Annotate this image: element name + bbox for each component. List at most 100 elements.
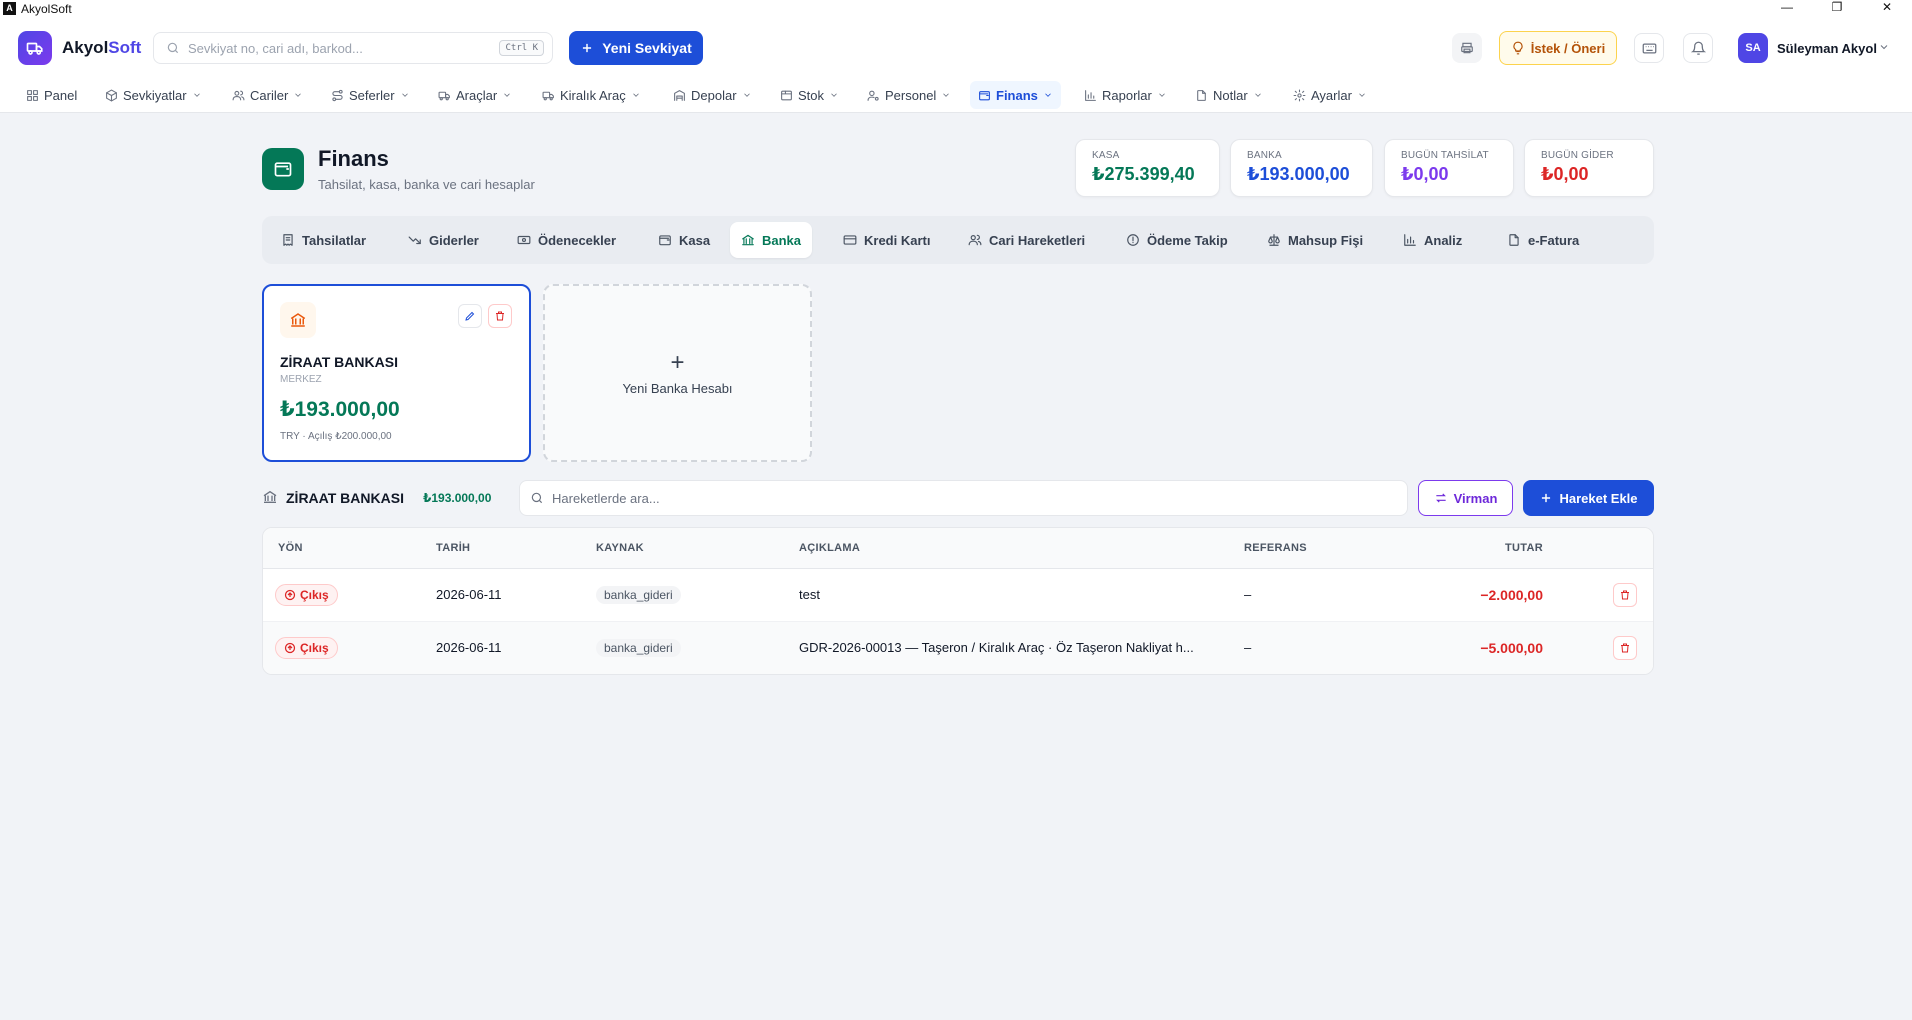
transaction-search-input[interactable] bbox=[552, 490, 1352, 506]
date-cell: 2026-06-11 bbox=[436, 640, 502, 655]
tab-label: Cari Hareketleri bbox=[989, 232, 1086, 248]
file-icon bbox=[1197, 89, 1206, 101]
notifications-button[interactable] bbox=[1683, 33, 1713, 63]
chevron-down-icon bbox=[1045, 93, 1051, 97]
direction-badge: Çıkış bbox=[275, 584, 338, 606]
nav-item-panel[interactable]: Panel bbox=[18, 81, 85, 109]
bank-icon bbox=[280, 302, 316, 338]
chevron-down-icon bbox=[295, 93, 302, 97]
stat-value: ₺0,00 bbox=[1541, 164, 1589, 184]
keyboard-icon bbox=[1642, 43, 1656, 53]
stat-value: ₺0,00 bbox=[1401, 164, 1449, 184]
user-name[interactable]: Süleyman Akyol bbox=[1777, 41, 1877, 56]
delete-transaction-button[interactable] bbox=[1613, 583, 1637, 607]
close-button[interactable]: ✕ bbox=[1862, 0, 1912, 17]
warehouse-icon bbox=[674, 89, 685, 101]
finance-tabs: Tahsilatlar Giderler Ödenecekler Kasa Banka K… bbox=[262, 216, 1654, 264]
nav-item-raporlar[interactable]: Raporlar bbox=[1076, 81, 1175, 109]
printer-button[interactable] bbox=[1452, 33, 1482, 63]
source-badge: banka_gideri bbox=[596, 639, 681, 657]
direction-label: Çıkış bbox=[300, 588, 329, 602]
nav-item-label: Araçlar bbox=[456, 87, 498, 103]
selected-account-name: ZİRAAT BANKASI bbox=[286, 490, 404, 506]
trash-icon bbox=[1621, 643, 1629, 653]
nav-item-ayarlar[interactable]: Ayarlar bbox=[1285, 81, 1375, 109]
tab-odeme-takip[interactable]: Ödeme Takip bbox=[1115, 222, 1239, 258]
nav-item-label: Kiralık Araç bbox=[560, 87, 626, 103]
table-row[interactable]: Çıkış 2026-06-11 banka_gideri GDR-2026-0… bbox=[263, 622, 1653, 674]
window-titlebar: A AkyolSoft — ❐ ✕ bbox=[0, 0, 1912, 17]
tab-label: e-Fatura bbox=[1528, 232, 1580, 248]
edit-bank-button[interactable] bbox=[458, 304, 482, 328]
direction-label: Çıkış bbox=[300, 641, 329, 655]
page-title: Finans bbox=[318, 146, 389, 171]
brand-logo-icon[interactable] bbox=[18, 31, 52, 65]
column-header: TUTAR bbox=[1505, 542, 1543, 554]
nav-item-seferler[interactable]: Seferler bbox=[323, 81, 418, 109]
avatar[interactable]: SA bbox=[1738, 33, 1768, 63]
gear-icon bbox=[1293, 89, 1306, 101]
global-search[interactable]: Ctrl K bbox=[153, 32, 553, 64]
nav-item-notlar[interactable]: Notlar bbox=[1187, 81, 1271, 109]
tab-label: Analiz bbox=[1424, 232, 1463, 248]
tab-analiz[interactable]: Analiz bbox=[1392, 222, 1473, 258]
delete-bank-button[interactable] bbox=[488, 304, 512, 328]
source-badge: banka_gideri bbox=[596, 586, 681, 604]
new-shipment-button[interactable]: Yeni Sevkiyat bbox=[569, 31, 703, 65]
bank-name: ZİRAAT BANKASI bbox=[280, 354, 398, 370]
column-header: YÖN bbox=[278, 542, 303, 554]
tab-tahsilatlar[interactable]: Tahsilatlar bbox=[270, 222, 377, 258]
nav-item-cariler[interactable]: Cariler bbox=[224, 81, 311, 109]
route-icon bbox=[332, 89, 343, 101]
keyboard-button[interactable] bbox=[1634, 33, 1664, 63]
stat-card-cash: KASA ₺275.399,40 bbox=[1075, 139, 1220, 197]
nav-item-kiralik-arac[interactable]: Kiralık Araç bbox=[534, 81, 649, 109]
selected-account-balance: ₺193.000,00 bbox=[423, 491, 492, 505]
trending-down-icon bbox=[408, 236, 421, 245]
nav-item-sevkiyatlar[interactable]: Sevkiyatlar bbox=[97, 81, 210, 109]
nav-item-finans[interactable]: Finans bbox=[970, 81, 1061, 109]
new-bank-account-button[interactable]: + Yeni Banka Hesabı bbox=[543, 284, 812, 462]
add-transaction-button[interactable]: Hareket Ekle bbox=[1523, 480, 1654, 516]
bell-icon bbox=[1690, 41, 1706, 55]
tab-odenecekler[interactable]: Ödenecekler bbox=[506, 222, 627, 258]
printer-icon bbox=[1461, 42, 1473, 54]
banknote-icon bbox=[517, 235, 531, 245]
minimize-button[interactable]: — bbox=[1762, 0, 1812, 17]
nav-item-personel[interactable]: Personel bbox=[859, 81, 959, 109]
tab-mahsup-fisi[interactable]: Mahsup Fişi bbox=[1256, 222, 1374, 258]
transfer-button[interactable]: Virman bbox=[1418, 480, 1513, 516]
transaction-search[interactable] bbox=[519, 480, 1408, 516]
tab-kredi-karti[interactable]: Kredi Kartı bbox=[832, 222, 941, 258]
column-header: TARİH bbox=[436, 542, 471, 554]
nav-item-depolar[interactable]: Depolar bbox=[665, 81, 760, 109]
nav-item-label: Cariler bbox=[250, 87, 289, 103]
tab-banka[interactable]: Banka bbox=[730, 222, 813, 258]
bank-icon bbox=[263, 490, 277, 503]
bank-account-card[interactable]: ZİRAAT BANKASI MERKEZ ₺193.000,00 TRY · … bbox=[262, 284, 531, 462]
truck-icon bbox=[438, 91, 450, 100]
amount-cell: −2.000,00 bbox=[1480, 587, 1543, 603]
nav-item-araclar[interactable]: Araçlar bbox=[430, 81, 520, 109]
bank-balance: ₺193.000,00 bbox=[280, 398, 400, 421]
chevron-down-icon[interactable] bbox=[1878, 41, 1890, 53]
restore-button[interactable]: ❐ bbox=[1812, 0, 1862, 17]
global-search-input[interactable] bbox=[188, 40, 488, 56]
transactions-table: YÖN TARİH KAYNAK AÇIKLAMA REFERANS TUTAR… bbox=[262, 527, 1654, 675]
brand-name[interactable]: AkyolSoft bbox=[62, 38, 141, 58]
delete-transaction-button[interactable] bbox=[1613, 636, 1637, 660]
suggestion-button[interactable]: İstek / Öneri bbox=[1499, 31, 1617, 65]
alert-circle-icon bbox=[1127, 234, 1139, 246]
reference-cell: – bbox=[1244, 587, 1252, 602]
tab-cari-hareketleri[interactable]: Cari Hareketleri bbox=[957, 222, 1096, 258]
table-row[interactable]: Çıkış 2026-06-11 banka_gideri test – −2.… bbox=[263, 569, 1653, 622]
nav-item-stok[interactable]: Stok bbox=[772, 81, 847, 109]
plus-icon: + bbox=[670, 348, 685, 376]
tab-kasa[interactable]: Kasa bbox=[647, 222, 721, 258]
bar-chart-icon bbox=[1085, 89, 1096, 101]
tab-giderler[interactable]: Giderler bbox=[397, 222, 490, 258]
tab-e-fatura[interactable]: e-Fatura bbox=[1496, 222, 1590, 258]
new-bank-account-label: Yeni Banka Hesabı bbox=[622, 380, 733, 396]
bank-icon bbox=[742, 234, 754, 246]
stat-label: BUGÜN TAHSİLAT bbox=[1401, 150, 1489, 161]
